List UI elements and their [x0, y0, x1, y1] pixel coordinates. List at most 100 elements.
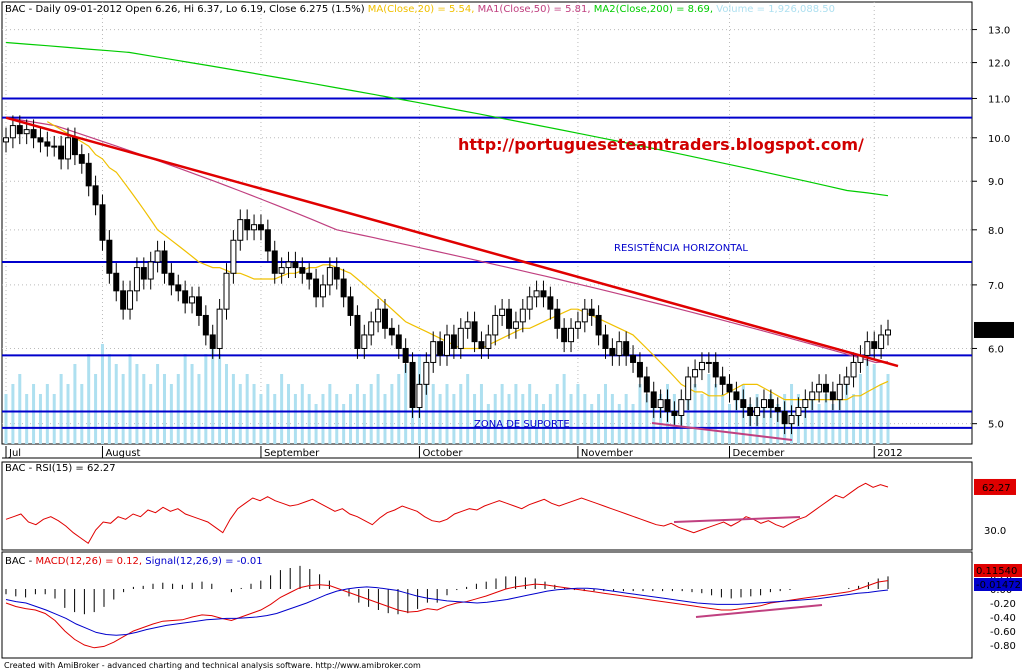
candle-body: [774, 406, 781, 412]
candle-body: [829, 391, 836, 401]
candle-body: [512, 321, 519, 329]
candle-body: [705, 361, 712, 364]
volume-bar: [307, 394, 311, 444]
candle-body: [195, 296, 202, 316]
candle-body: [437, 341, 444, 356]
volume-bar: [218, 354, 222, 444]
candle-body: [299, 267, 306, 274]
candle-body: [402, 347, 409, 363]
candle-body: [809, 391, 816, 401]
volume-bar: [87, 354, 91, 444]
candle-body: [698, 361, 705, 371]
candle-body: [733, 391, 740, 401]
candle-body: [423, 361, 430, 385]
blog-url: http://portugueseteamtraders.blogspot.co…: [458, 135, 864, 154]
candle-body: [781, 410, 788, 425]
volume-bar: [431, 384, 435, 444]
candle-body: [444, 334, 450, 356]
candle-body: [120, 290, 127, 310]
volume-bar: [376, 374, 380, 444]
candle-body: [581, 308, 588, 323]
volume-bar: [128, 354, 132, 444]
volume-bar: [707, 374, 711, 444]
candle-body: [595, 314, 602, 336]
volume-bar: [362, 394, 366, 444]
volume-bar: [94, 374, 98, 444]
amibroker-chart: 13.0 12.0 11.0 10.0 9.0 8.0 7.0 6.0 5.0 6.275 Jul…: [0, 0, 1024, 671]
volume-bar: [555, 384, 559, 444]
candle-body: [182, 290, 189, 304]
candle-body: [313, 278, 320, 298]
rsi-tick-label: 30.0: [984, 526, 1006, 537]
volume-bar: [721, 394, 725, 444]
candle-body: [430, 341, 437, 363]
volume-bar: [100, 344, 104, 444]
candle-body: [602, 334, 609, 349]
volume-bar: [169, 384, 173, 444]
last-price-label: 6.275: [980, 326, 1009, 337]
volume-bar: [32, 384, 36, 444]
volume-bar: [865, 354, 869, 444]
candle-body: [202, 314, 209, 336]
volume-bar: [25, 394, 29, 444]
candle-body: [822, 383, 829, 393]
candle-body: [175, 284, 182, 292]
candle-body: [547, 296, 554, 310]
candle-body: [292, 261, 299, 269]
candle-body: [574, 321, 581, 329]
candle-body: [16, 125, 23, 135]
candle-body: [244, 219, 251, 231]
candle-body: [650, 391, 657, 408]
volume-bar: [149, 384, 153, 444]
candle-body: [78, 154, 85, 164]
candle-body: [85, 162, 92, 187]
candle-body: [127, 290, 134, 310]
volume-bar: [404, 364, 408, 444]
volume-bar: [590, 404, 594, 444]
volume-bar: [293, 394, 297, 444]
volume-bar: [287, 384, 291, 444]
volume-bar: [238, 384, 242, 444]
volume-bar: [714, 384, 718, 444]
candle-body: [223, 272, 230, 310]
candle-body: [347, 296, 354, 316]
price-tick-label: 12.0: [988, 59, 1010, 70]
volume-bar: [569, 394, 573, 444]
volume-bar: [162, 374, 166, 444]
candle-body: [133, 267, 140, 292]
candle-body: [381, 308, 388, 329]
candle-body: [499, 308, 506, 316]
candle-body: [871, 341, 878, 349]
volume-bar: [280, 374, 284, 444]
candle-body: [788, 414, 795, 425]
volume-bar: [190, 364, 194, 444]
volume-bar: [342, 404, 346, 444]
volume-bar: [624, 394, 628, 444]
candle-body: [802, 399, 809, 408]
macd-tick-label: -0.80: [990, 641, 1016, 652]
support-label: ZONA DE SUPORTE: [474, 419, 570, 430]
volume-bar: [479, 384, 483, 444]
volume-bar: [459, 384, 463, 444]
candle-body: [506, 308, 513, 329]
volume-bar: [438, 394, 442, 444]
candle-body: [9, 125, 16, 139]
volume-bar: [603, 384, 607, 444]
candle-body: [319, 284, 326, 298]
volume-bar: [142, 374, 146, 444]
candle-body: [657, 399, 664, 408]
candle-body: [450, 334, 457, 349]
volume-bar: [114, 364, 118, 444]
candle-body: [664, 399, 671, 412]
candle-body: [368, 321, 375, 336]
volume-bar: [252, 384, 256, 444]
candle-body: [147, 261, 154, 280]
candle-body: [747, 406, 754, 416]
candle-body: [30, 129, 37, 139]
macd-tick-label: -0.20: [990, 599, 1016, 610]
candle-body: [623, 341, 630, 356]
volume-bar: [38, 394, 42, 444]
price-tick-label: 10.0: [988, 134, 1010, 145]
volume-bar: [500, 384, 504, 444]
candle-body: [816, 383, 823, 393]
